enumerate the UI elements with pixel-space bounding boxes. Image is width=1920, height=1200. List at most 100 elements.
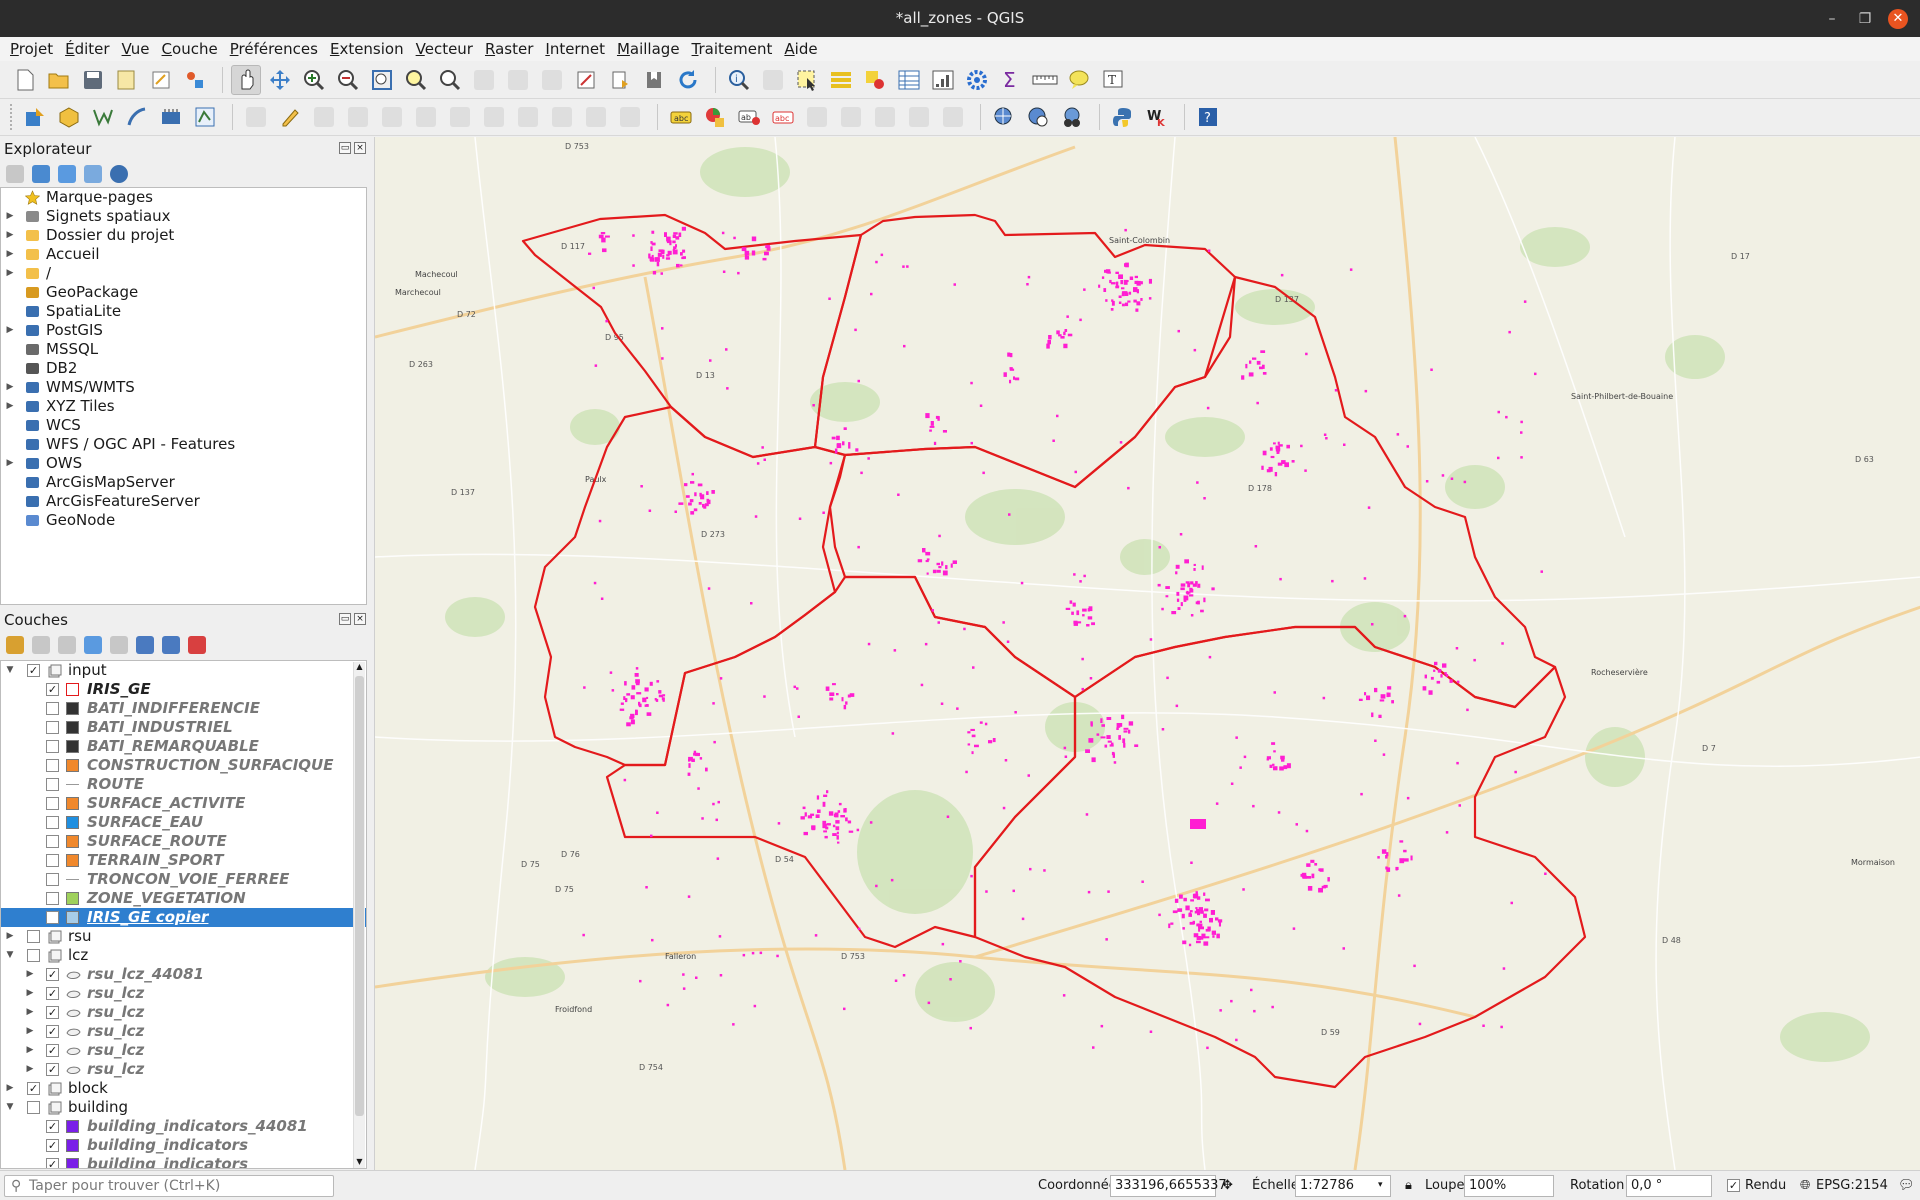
cut-features-icon[interactable] — [479, 102, 509, 132]
save-project-icon[interactable] — [78, 65, 108, 95]
new-virtual-layer-icon[interactable] — [156, 102, 186, 132]
explorer-item[interactable]: ▶ PostGIS — [1, 321, 366, 340]
visibility-checkbox[interactable]: ✓ — [46, 1044, 59, 1057]
identify-icon[interactable]: i — [724, 65, 754, 95]
visibility-checkbox[interactable] — [27, 930, 40, 943]
save-as-icon[interactable] — [112, 65, 142, 95]
new-geopackage-layer-icon[interactable] — [54, 102, 84, 132]
expand-arrow-icon[interactable]: ▼ — [5, 946, 15, 965]
visibility-checkbox[interactable] — [46, 835, 59, 848]
python-console-icon[interactable] — [1108, 102, 1138, 132]
data-source-manager-icon[interactable] — [20, 102, 50, 132]
visibility-checkbox[interactable]: ✓ — [46, 1158, 59, 1168]
layer-row[interactable]: ✓ building_indicators — [1, 1136, 366, 1155]
expand-arrow-icon[interactable]: ▶ — [25, 984, 35, 1003]
visibility-checkbox[interactable]: ✓ — [46, 1120, 59, 1133]
zoom-native-icon[interactable] — [469, 65, 499, 95]
explorer-item[interactable]: ▶ / — [1, 264, 366, 283]
menu-internet[interactable]: Internet — [539, 37, 611, 61]
filter-legend-icon[interactable] — [84, 636, 102, 654]
minimize-button[interactable]: – — [1822, 9, 1842, 29]
expand-arrow-icon[interactable]: ▶ — [5, 245, 15, 264]
move-label-icon[interactable] — [870, 102, 900, 132]
layer-row[interactable]: ▶ ✓ rsu_lcz — [1, 1041, 366, 1060]
expand-arrow-icon[interactable]: ▶ — [5, 927, 15, 946]
visibility-checkbox[interactable] — [46, 797, 59, 810]
expand-arrow-icon[interactable]: ▶ — [25, 1022, 35, 1041]
menu-vecteur[interactable]: Vecteur — [410, 37, 479, 61]
explorer-item[interactable]: GeoNode — [1, 511, 366, 530]
layer-row[interactable]: TERRAIN_SPORT — [1, 851, 366, 870]
expand-arrow-icon[interactable]: ▼ — [5, 1098, 15, 1117]
add-wms-layer-icon[interactable] — [989, 102, 1019, 132]
pin-labels-icon[interactable] — [802, 102, 832, 132]
zoom-full-icon[interactable] — [367, 65, 397, 95]
visibility-checkbox[interactable] — [27, 949, 40, 962]
visibility-checkbox[interactable] — [46, 778, 59, 791]
add-group-icon[interactable] — [32, 636, 50, 654]
visibility-checkbox[interactable] — [46, 892, 59, 905]
explorer-item[interactable]: ArcGisFeatureServer — [1, 492, 366, 511]
menu-projet[interactable]: Projet — [4, 37, 59, 61]
remove-layer-icon[interactable] — [188, 636, 206, 654]
visibility-checkbox[interactable] — [46, 721, 59, 734]
run-feature-action-icon[interactable] — [758, 65, 788, 95]
save-edits-icon[interactable] — [309, 102, 339, 132]
layer-row[interactable]: CONSTRUCTION_SURFACIQUE — [1, 756, 366, 775]
visibility-checkbox[interactable]: ✓ — [46, 1139, 59, 1152]
explorer-item[interactable]: SpatiaLite — [1, 302, 366, 321]
expand-arrow-icon[interactable]: ▶ — [5, 226, 15, 245]
label-tool-icon[interactable]: abc — [666, 102, 696, 132]
pan-to-selection-icon[interactable] — [265, 65, 295, 95]
modify-attributes-icon[interactable] — [411, 102, 441, 132]
explorer-item[interactable]: ArcGisMapServer — [1, 473, 366, 492]
add-selected-layers-icon[interactable] — [6, 165, 24, 183]
rotate-label-icon[interactable] — [904, 102, 934, 132]
attribute-table-icon[interactable] — [894, 65, 924, 95]
lock-icon[interactable]: 🔒︎ — [1405, 1178, 1412, 1193]
menu-aide[interactable]: Aide — [778, 37, 823, 61]
menu-preferences[interactable]: Préférences — [224, 37, 324, 61]
visibility-checkbox[interactable]: ✓ — [46, 968, 59, 981]
chevron-down-icon[interactable]: ▾ — [1378, 1180, 1383, 1190]
open-project-icon[interactable] — [44, 65, 74, 95]
expand-all-icon[interactable] — [136, 636, 154, 654]
layers-scrollbar[interactable]: ▲ ▼ — [353, 662, 365, 1168]
processing-toolbox-icon[interactable] — [962, 65, 992, 95]
vertex-tool-icon[interactable] — [377, 102, 407, 132]
zoom-layer-icon[interactable] — [435, 65, 465, 95]
visibility-checkbox[interactable]: ✓ — [27, 664, 40, 677]
layer-row[interactable]: ZONE_VEGETATION — [1, 889, 366, 908]
new-project-icon[interactable] — [10, 65, 40, 95]
visibility-checkbox[interactable] — [46, 873, 59, 886]
add-feature-icon[interactable] — [343, 102, 373, 132]
add-wfs-layer-icon[interactable] — [1023, 102, 1053, 132]
refresh-browser-icon[interactable] — [32, 165, 50, 183]
visibility-checkbox[interactable]: ✓ — [27, 1082, 40, 1095]
statistics-sigma-icon[interactable]: Σ — [996, 65, 1026, 95]
float-panel-icon[interactable]: ▭ — [339, 142, 351, 154]
highlight-pinned-labels-icon[interactable]: ab — [734, 102, 764, 132]
layer-group-row[interactable]: ▼ lcz — [1, 946, 366, 965]
menu-extension[interactable]: Extension — [324, 37, 410, 61]
explorer-item[interactable]: ▶ OWS — [1, 454, 366, 473]
visibility-checkbox[interactable] — [46, 702, 59, 715]
explorer-item[interactable]: ▶ WMS/WMTS — [1, 378, 366, 397]
current-edits-icon[interactable] — [241, 102, 271, 132]
expand-arrow-icon[interactable]: ▶ — [25, 1060, 35, 1079]
expand-arrow-icon[interactable]: ▶ — [5, 397, 15, 416]
toggle-editing-icon[interactable] — [275, 102, 305, 132]
float-panel-icon[interactable]: ▭ — [339, 613, 351, 625]
layer-row[interactable]: ▶ ✓ rsu_lcz — [1, 1060, 366, 1079]
layer-row[interactable]: ROUTE — [1, 775, 366, 794]
visibility-checkbox[interactable]: ✓ — [46, 683, 59, 696]
rotation-field[interactable]: 0,0 ° — [1626, 1175, 1712, 1197]
layer-row[interactable]: BATI_INDIFFERENCIE — [1, 699, 366, 718]
zoom-out-icon[interactable] — [333, 65, 363, 95]
visibility-checkbox[interactable]: ✓ — [46, 987, 59, 1000]
expand-arrow-icon[interactable]: ▶ — [25, 1003, 35, 1022]
locator-search-input[interactable]: ⚲ Taper pour trouver (Ctrl+K) — [4, 1175, 334, 1197]
metasearch-icon[interactable] — [1057, 102, 1087, 132]
layer-row[interactable]: ✓ IRIS_GE — [1, 680, 366, 699]
visibility-checkbox[interactable]: ✓ — [46, 1025, 59, 1038]
